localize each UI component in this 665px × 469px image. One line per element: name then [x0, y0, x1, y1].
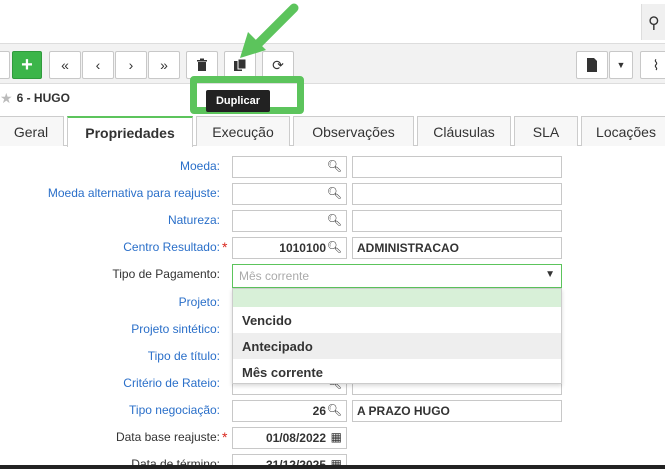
- row-data-base: Data base reajuste: * 01/08/2022 ▦: [0, 427, 665, 449]
- caret-down-icon: ▼: [616, 60, 626, 70]
- dropdown-option-mes-corrente[interactable]: Mês corrente: [233, 359, 561, 385]
- bottom-edge: [0, 465, 665, 469]
- record-title: 6 - HUGO: [16, 91, 70, 105]
- report-button[interactable]: [576, 51, 608, 79]
- search-icon[interactable]: 🔍︎: [327, 159, 342, 173]
- dropdown-option-vencido[interactable]: Vencido: [233, 307, 561, 333]
- data-base-label: Data base reajuste:: [115, 430, 220, 444]
- tipo-pagamento-dropdown: Vencido Antecipado Mês corrente: [232, 288, 562, 384]
- report-dropdown-button[interactable]: ▼: [609, 51, 633, 79]
- tab-geral[interactable]: Geral: [0, 116, 64, 146]
- required-marker: *: [222, 239, 228, 255]
- top-bar: ⚲: [0, 0, 665, 44]
- dropdown-option-empty[interactable]: [233, 289, 561, 307]
- tipo-negociacao-description: A PRAZO HUGO: [352, 400, 562, 422]
- double-chevron-left-icon: «: [61, 57, 69, 73]
- annotation-arrow: [240, 3, 299, 58]
- tab-locacoes[interactable]: Locações: [581, 116, 665, 146]
- paperclip-icon: ⌇: [652, 56, 660, 73]
- search-icon[interactable]: 🔍︎: [327, 403, 342, 417]
- search-icon[interactable]: 🔍︎: [327, 213, 342, 227]
- row-centro-resultado: Centro Resultado: * 1010100 🔍︎ ADMINISTRA…: [0, 237, 665, 259]
- delete-button[interactable]: [186, 51, 218, 79]
- next-record-button[interactable]: ›: [115, 51, 147, 79]
- tab-bar: Geral Propriedades Execução Observações …: [0, 116, 665, 147]
- search-icon[interactable]: 🔍︎: [327, 186, 342, 200]
- search-icon: ⚲: [648, 15, 660, 32]
- tipo-negociacao-code-input[interactable]: 26 🔍︎: [232, 400, 347, 422]
- tab-sla[interactable]: SLA: [514, 116, 578, 146]
- moeda-label[interactable]: Moeda:: [180, 159, 220, 173]
- tipo-pagamento-select[interactable]: Mês corrente ▼: [232, 264, 562, 288]
- chevron-right-icon: ›: [128, 57, 134, 73]
- tab-propriedades[interactable]: Propriedades: [67, 116, 193, 147]
- trash-icon: [197, 58, 207, 71]
- calendar-icon[interactable]: ▦: [331, 430, 342, 444]
- caret-down-icon: ▼: [545, 269, 555, 280]
- tab-clausulas[interactable]: Cláusulas: [417, 116, 511, 146]
- tab-execucao[interactable]: Execução: [196, 116, 290, 146]
- tipo-pagamento-placeholder: Mês corrente: [239, 269, 310, 283]
- double-chevron-right-icon: »: [160, 57, 168, 73]
- attachment-button[interactable]: ⌇: [640, 51, 665, 79]
- breadcrumb: ★ 6 - HUGO: [0, 86, 70, 110]
- previous-record-button[interactable]: ‹: [82, 51, 114, 79]
- duplicate-tooltip: Duplicar: [206, 90, 270, 112]
- tipo-titulo-label[interactable]: Tipo de título:: [148, 349, 220, 363]
- centro-code-input[interactable]: 1010100 🔍︎: [232, 237, 347, 259]
- natureza-label[interactable]: Natureza:: [168, 213, 220, 227]
- row-moeda: Moeda: 🔍︎: [0, 156, 665, 178]
- chevron-left-icon: ‹: [95, 57, 101, 73]
- moeda-description: [352, 156, 562, 178]
- row-tipo-negociacao: Tipo negociação: 26 🔍︎ A PRAZO HUGO: [0, 400, 665, 422]
- document-icon: [587, 58, 597, 72]
- star-icon[interactable]: ★: [0, 90, 13, 107]
- required-marker: *: [222, 429, 228, 445]
- copy-icon: [234, 58, 247, 71]
- moeda-alt-label[interactable]: Moeda alternativa para reajuste:: [48, 186, 220, 200]
- toolbar-left-edge-button[interactable]: [0, 51, 10, 79]
- row-natureza: Natureza: 🔍︎: [0, 210, 665, 232]
- natureza-description: [352, 210, 562, 232]
- tipo-pagamento-label: Tipo de Pagamento:: [112, 267, 220, 281]
- projeto-sintetico-label[interactable]: Projeto sintético:: [131, 322, 220, 336]
- add-button[interactable]: +: [12, 51, 42, 79]
- data-base-input[interactable]: 01/08/2022 ▦: [232, 427, 347, 449]
- criterio-rateio-label[interactable]: Critério de Rateio:: [123, 376, 220, 390]
- last-record-button[interactable]: »: [148, 51, 180, 79]
- search-button[interactable]: ⚲: [641, 4, 665, 40]
- row-moeda-alt: Moeda alternativa para reajuste: 🔍︎: [0, 183, 665, 205]
- centro-description: ADMINISTRACAO: [352, 237, 562, 259]
- projeto-label[interactable]: Projeto:: [179, 295, 220, 309]
- tipo-negociacao-label[interactable]: Tipo negociação:: [129, 403, 220, 417]
- toolbar: + « ‹ › » ⟳ ▼ ⌇: [0, 44, 665, 84]
- moeda-alt-description: [352, 183, 562, 205]
- search-icon[interactable]: 🔍︎: [327, 240, 342, 254]
- moeda-alt-code-input[interactable]: 🔍︎: [232, 183, 347, 205]
- plus-icon: +: [21, 53, 33, 76]
- moeda-code-input[interactable]: 🔍︎: [232, 156, 347, 178]
- first-record-button[interactable]: «: [49, 51, 81, 79]
- tab-observacoes[interactable]: Observações: [293, 116, 414, 146]
- natureza-code-input[interactable]: 🔍︎: [232, 210, 347, 232]
- dropdown-option-antecipado[interactable]: Antecipado: [233, 333, 561, 359]
- centro-label[interactable]: Centro Resultado:: [123, 240, 220, 254]
